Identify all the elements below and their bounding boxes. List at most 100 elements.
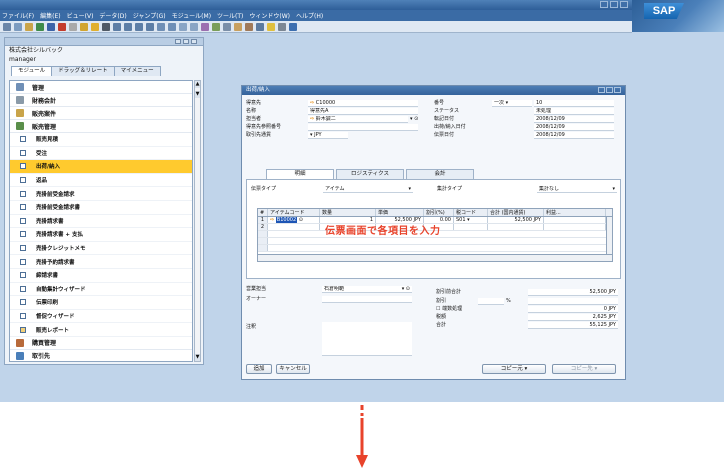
module-subitem[interactable]: 締請求書 [10,269,192,283]
copy-from-button[interactable]: コピー元 ▾ [482,364,546,374]
discount-percent-field[interactable] [478,298,504,305]
module-list-scrollbar[interactable]: ▲ ▼ ▼ [194,80,201,362]
col-profit[interactable]: 利益... [544,209,606,216]
tax-code-cell[interactable]: S01 ▾ [454,217,488,223]
module-subitem[interactable]: 受注 [10,147,192,161]
menu-edit[interactable]: 編集(E) [40,11,60,20]
module-subitem[interactable]: 売掛請求書 [10,215,192,229]
volume-weight-icon[interactable] [223,22,231,31]
tab-logistics[interactable]: ロジスティクス [336,169,404,179]
alert-icon[interactable] [267,22,275,31]
module-subitem[interactable]: 売掛予約請求書 [10,255,192,269]
calculator-icon[interactable] [278,22,286,31]
scroll-up-icon[interactable]: ▲ [195,81,200,88]
customer-field[interactable]: ⇨ C10000 [308,100,418,107]
col-discount[interactable]: 割引(%) [424,209,454,216]
link-arrow-icon[interactable]: ⇨ [310,100,314,106]
profit-cell[interactable] [544,217,606,223]
module-subitem[interactable]: 売掛前受金請求書 [10,201,192,215]
module-item[interactable]: 販売案件 [10,107,192,120]
prev-record-icon[interactable] [124,22,132,31]
tax-code-cell[interactable] [454,224,488,230]
module-item[interactable]: 販売管理 [10,120,192,133]
scroll-bottom-icon[interactable]: ▼ [195,354,200,361]
module-subitem[interactable]: 売掛請求書 + 支払 [10,228,192,242]
link-arrow-icon[interactable]: ⇨ [270,217,274,223]
grid-vertical-scrollbar[interactable] [606,217,612,255]
item-type-select[interactable]: アイテム ▾ [323,186,413,193]
tab-drag-relate[interactable]: ドラッグ＆リレート [51,66,115,76]
main-menu-close-button[interactable] [191,39,197,44]
word-icon[interactable] [47,22,55,31]
col-tax-code[interactable]: 税コード [454,209,488,216]
document-close-button[interactable] [614,87,621,93]
menu-view[interactable]: ビュー(V) [67,11,94,20]
sales-employee-select[interactable]: 石倉明範 ▾ ⊙ [322,286,412,293]
owner-field[interactable] [322,296,412,303]
pencil-icon[interactable] [234,22,242,31]
lock-icon[interactable] [69,22,77,31]
document-minimize-button[interactable] [598,87,605,93]
remarks-textarea[interactable] [322,322,412,356]
module-subitem[interactable]: 出荷/納入 [10,160,192,174]
filter-icon[interactable] [157,22,165,31]
last-record-icon[interactable] [146,22,154,31]
next-record-icon[interactable] [135,22,143,31]
tab-contents[interactable]: 明細 [266,169,334,179]
menu-tools[interactable]: ツール(T) [217,11,243,20]
module-subitem[interactable]: 返品 [10,174,192,188]
name-field[interactable]: 得意先A [308,108,418,115]
minimize-button[interactable] [600,1,608,8]
grid-horizontal-scrollbar[interactable] [258,254,612,261]
menu-data[interactable]: データ(D) [99,11,126,20]
target-document-icon[interactable] [190,22,198,31]
total-cell[interactable]: 52,500 JPY [488,217,544,223]
binoculars-icon[interactable] [102,22,110,31]
scroll-down-icon[interactable]: ▼ [195,91,200,98]
module-subitem[interactable]: 販売見積 [10,133,192,147]
menu-help[interactable]: ヘルプ(H) [296,11,323,20]
relationship-map-icon[interactable] [201,22,209,31]
menu-modules[interactable]: モジュール(M) [172,11,211,20]
add-icon[interactable] [91,22,99,31]
first-record-icon[interactable] [113,22,121,31]
posting-date-field[interactable]: 2008/12/09 [534,116,614,123]
pdf-icon[interactable] [58,22,66,31]
maximize-button[interactable] [610,1,618,8]
module-subitem[interactable]: 販売レポート [10,323,192,337]
col-item-code[interactable]: アイテムコード [268,209,320,216]
main-menu-maximize-button[interactable] [183,39,189,44]
module-item[interactable]: 財務会計 [10,94,192,107]
menu-file[interactable]: ファイル(F) [2,11,34,20]
profit-cell[interactable] [544,224,606,230]
customer-ref-field[interactable] [308,124,418,131]
series-field[interactable]: 一次 ▾ [492,100,532,107]
module-subitem[interactable]: 督促ウィザード [10,310,192,324]
tab-modules[interactable]: モジュール [11,66,53,76]
table-row[interactable] [258,238,612,245]
sort-icon[interactable] [168,22,176,31]
module-item[interactable]: 取引先 [10,350,192,361]
item-code-cell[interactable]: ⇨ B10002 ⊙ [268,217,320,223]
base-document-icon[interactable] [179,22,187,31]
menu-window[interactable]: ウィンドウ(W) [249,11,290,20]
find-icon[interactable] [80,22,88,31]
col-total[interactable]: 合計 (国内通貨) [488,209,544,216]
col-quantity[interactable]: 数量 [320,209,376,216]
document-date-field[interactable]: 2008/12/09 [534,132,614,139]
cancel-button[interactable]: キャンセル [276,364,310,374]
bp-currency-field[interactable]: ▾ JPY [308,132,348,139]
email-icon[interactable] [25,22,33,31]
contact-person-field[interactable]: ⇨ 鈴木誠二 [308,116,408,123]
document-maximize-button[interactable] [606,87,613,93]
preview-icon[interactable] [14,22,22,31]
gross-profit-icon[interactable] [212,22,220,31]
document-settings-icon[interactable] [256,22,264,31]
module-subitem[interactable]: 売掛前受金請求 [10,187,192,201]
choose-from-list-icon[interactable]: ⊙ [299,217,303,223]
rounding-checkbox[interactable]: ☐ 端数処理 [436,306,462,313]
module-subitem[interactable]: 伝票印刷 [10,296,192,310]
table-row[interactable] [258,245,612,252]
close-button[interactable] [620,1,628,8]
tab-accounting[interactable]: 会計 [406,169,474,179]
